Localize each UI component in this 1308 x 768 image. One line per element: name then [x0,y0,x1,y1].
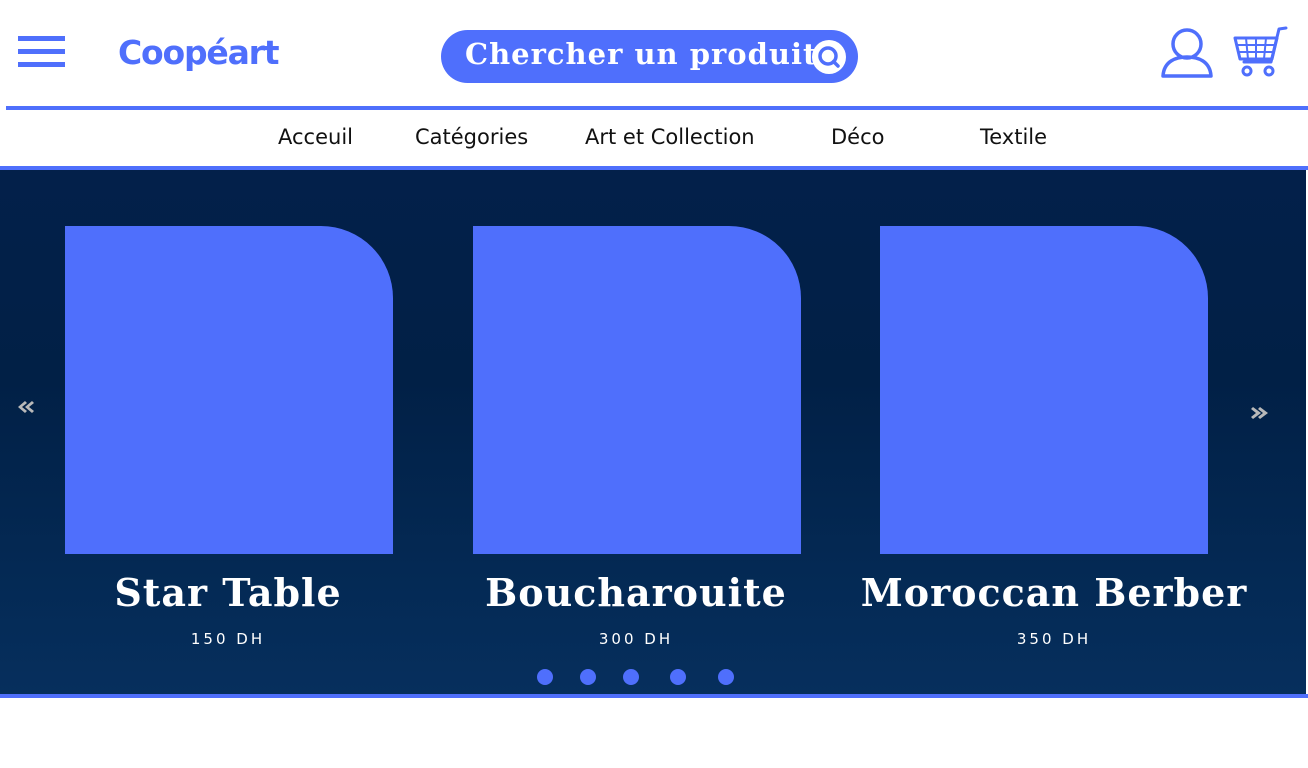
product-price: 150 DH [190,630,266,648]
shopping-cart-icon[interactable] [1232,26,1288,78]
product-name[interactable]: Boucharouite [436,570,836,615]
product-card[interactable]: Boucharouite 300 DH [436,226,836,656]
product-name[interactable]: Star Table [28,570,428,615]
hamburger-menu-icon[interactable] [18,36,65,69]
hamburger-line [18,36,65,41]
product-image[interactable] [880,226,1208,554]
product-name[interactable]: Moroccan Berber [854,570,1254,615]
user-icon[interactable] [1160,27,1214,79]
carousel-dot[interactable] [670,669,686,685]
product-card[interactable]: Moroccan Berber 350 DH [854,226,1254,656]
nav-item-textile[interactable]: Textile [980,125,1047,149]
search-placeholder[interactable]: Chercher un produit [465,37,817,71]
site-header: Coopéart Chercher un produit [0,0,1308,106]
product-carousel: Star Table 150 DH Boucharouite 300 DH Mo… [0,170,1306,694]
carousel-dot[interactable] [623,669,639,685]
hamburger-line [18,62,65,67]
hamburger-line [18,49,65,54]
page: Coopéart Chercher un produit Acceuil Cat… [0,0,1308,768]
nav-item-art-et-collection[interactable]: Art et Collection [585,125,755,149]
chevron-right-icon[interactable] [1250,403,1270,423]
product-price: 350 DH [1016,630,1092,648]
search-icon[interactable] [811,39,847,75]
site-logo[interactable]: Coopéart [118,33,279,72]
carousel-dot[interactable] [580,669,596,685]
product-price: 300 DH [598,630,674,648]
carousel-bottom-divider [0,694,1308,698]
nav-item-deco[interactable]: Déco [831,125,884,149]
product-card[interactable]: Star Table 150 DH [28,226,428,656]
product-image[interactable] [65,226,393,554]
nav-item-categories[interactable]: Catégories [415,125,528,149]
carousel-dot[interactable] [718,669,734,685]
nav-item-acceuil[interactable]: Acceuil [278,125,353,149]
main-nav: Acceuil Catégories Art et Collection Déc… [0,110,1308,166]
carousel-dot[interactable] [537,669,553,685]
search-bar[interactable]: Chercher un produit [441,30,858,83]
product-image[interactable] [473,226,801,554]
